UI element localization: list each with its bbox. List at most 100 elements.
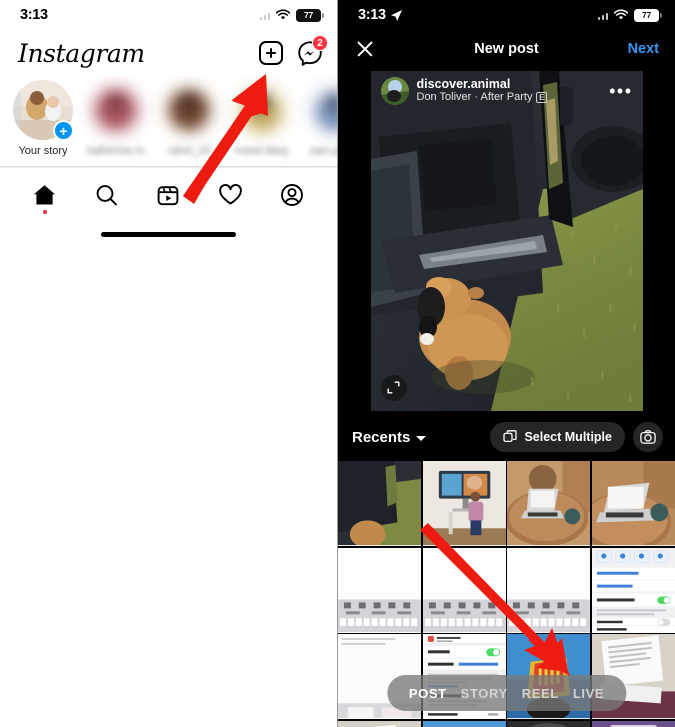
gallery-thumb-image [422,461,506,546]
story-your-story[interactable]: + Your story [12,80,74,157]
story-avatar-image [305,80,337,140]
preview-post-header: discover.animal Don Toliver · After Part… [371,71,643,111]
new-post-header: New post Next [338,30,675,68]
gallery-thumb-image [591,547,675,632]
avatar [232,80,292,140]
gallery-item[interactable] [422,461,506,546]
story-avatar-image [159,80,219,140]
story-item[interactable]: katherine.m [85,80,147,157]
gallery-thumb-image [507,547,591,632]
tab-profile[interactable] [275,180,309,210]
tab-home[interactable] [28,180,62,214]
status-bar-left: 3:13 77 [0,0,337,30]
camera-button[interactable] [633,422,663,452]
gallery-thumb-image [591,720,675,727]
story-item[interactable]: sam.photo [304,80,337,157]
explicit-badge: E [536,92,548,104]
page-title: New post [474,41,539,57]
preview-more-options-button[interactable]: ••• [609,82,632,100]
select-multiple-button[interactable]: Select Multiple [490,422,625,452]
gallery-thumb-image [507,461,591,546]
dual-phone-screenshot: 3:13 77 Instagram 2 + Your story katheri… [0,0,675,727]
gallery-thumb-image [507,720,591,727]
home-indicator-area-left [0,221,337,247]
messenger-button[interactable]: 2 [297,35,328,67]
heart-icon [219,184,242,205]
gallery-item[interactable] [507,547,591,633]
gallery-item[interactable] [338,547,422,633]
bottom-tab-bar [0,167,337,221]
messenger-unread-badge: 2 [312,35,328,51]
camera-icon [640,430,656,444]
gallery-thumb-image [338,720,422,727]
instagram-logo: Instagram [18,38,145,68]
gallery-item[interactable] [507,720,591,727]
gallery-item[interactable] [591,461,675,546]
mode-story-button[interactable]: STORY [461,686,508,701]
gallery-item[interactable] [591,547,675,633]
layers-icon [503,430,518,443]
expand-button[interactable] [380,374,407,401]
new-post-picker-screen: 3:13 77 New post Next discover.animal Do… [338,0,675,727]
gallery-item[interactable] [422,547,506,633]
add-to-story-button[interactable]: + [53,120,74,141]
gallery-thumb-image [338,547,422,632]
select-multiple-label: Select Multiple [524,430,612,444]
expand-icon [387,381,400,394]
instagram-app-header: Instagram 2 [0,30,337,76]
search-icon [96,184,118,205]
stories-tray[interactable]: + Your story katherine.m rahul_23 travel… [0,76,337,166]
next-button[interactable]: Next [628,41,659,57]
gallery-thumb-image [338,461,422,546]
gallery-thumb-image [422,720,506,727]
album-selector[interactable]: Recents [352,428,427,446]
mode-live-button[interactable]: LIVE [573,686,604,701]
album-label: Recents [352,428,411,446]
gallery-thumb-image [422,547,506,632]
cellular-dots-icon [597,11,608,20]
home-notification-dot [42,209,47,214]
selected-media-preview[interactable]: discover.animal Don Toliver · After Part… [370,70,643,411]
preview-avatar-image [380,76,409,105]
gallery-item[interactable] [591,720,675,727]
mode-post-button[interactable]: POST [409,686,447,701]
create-post-plus-button[interactable] [259,41,283,65]
story-item[interactable]: rahul_23 [158,80,220,157]
chevron-down-icon [416,435,427,441]
story-item[interactable]: travel.diary [231,80,293,157]
location-arrow-icon [390,9,402,21]
tab-search[interactable] [90,180,124,210]
story-avatar-image [232,80,292,140]
story-label: rahul_23 [167,145,211,157]
reels-icon [158,185,179,205]
status-time-left: 3:13 [20,7,48,23]
media-preview-area: discover.animal Don Toliver · After Part… [338,68,675,413]
gallery-thumb-image [591,461,675,546]
preview-media-image [370,70,643,411]
wifi-icon [275,9,291,20]
avatar [380,76,409,105]
instagram-feed-screen: 3:13 77 Instagram 2 + Your story katheri… [0,0,338,727]
close-icon[interactable] [354,38,376,60]
gallery-item[interactable] [338,461,422,546]
home-icon [34,184,56,204]
preview-username: discover.animal [416,76,511,91]
gallery-item[interactable] [338,720,422,727]
post-mode-selector[interactable]: POST STORY REEL LIVE [386,675,627,711]
gallery-toolbar: Recents Select Multiple [338,413,675,461]
avatar [86,80,146,140]
wifi-icon [613,9,629,20]
preview-audio-label: Don Toliver · After Party [416,91,533,104]
gallery-item[interactable] [422,720,506,727]
profile-icon [281,183,304,206]
mode-reel-button[interactable]: REEL [522,686,559,701]
cellular-dots-icon [259,11,270,20]
tab-activity[interactable] [213,180,247,210]
battery-indicator-right: 77 [634,8,662,22]
story-avatar-image [86,80,146,140]
home-indicator[interactable] [101,231,236,237]
tab-reels[interactable] [151,180,185,210]
status-time-right: 3:13 [358,7,386,23]
battery-indicator-left: 77 [296,8,324,22]
gallery-item[interactable] [507,461,591,546]
